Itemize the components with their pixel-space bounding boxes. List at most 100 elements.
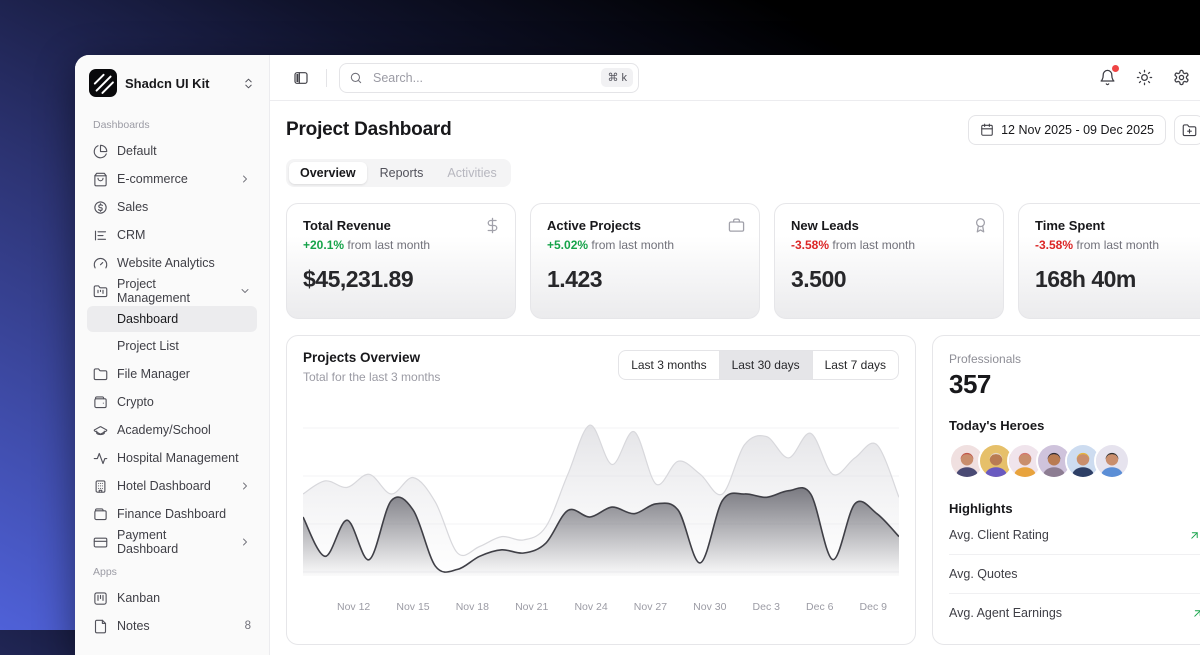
activity-icon	[93, 451, 108, 466]
sidebar-item-label: File Manager	[117, 367, 190, 381]
tab-reports[interactable]: Reports	[369, 162, 435, 184]
sidebar-nav: DashboardsDefaultE-commerceSalesCRMWebsi…	[87, 119, 257, 640]
highlights-title: Highlights	[949, 501, 1200, 516]
chart-title: Projects Overview	[303, 350, 440, 365]
topbar-icons	[1099, 69, 1190, 86]
highlight-row-avg-quotes: Avg. Quotes	[949, 555, 1200, 594]
sidebar-item-hotel-dashboard[interactable]: Hotel Dashboard	[87, 472, 257, 500]
professionals-count: 357	[949, 369, 1200, 400]
sidebar-item-notes[interactable]: Notes 8	[87, 612, 257, 640]
stat-card-title: New Leads	[791, 218, 987, 233]
sidebar-item-badge: 8	[245, 620, 251, 632]
award-icon	[972, 217, 989, 234]
range-button-last-3-months[interactable]: Last 3 months	[619, 351, 718, 379]
stat-card-value: $45,231.89	[303, 266, 499, 293]
sidebar-subitem-project-list[interactable]: Project List	[87, 333, 257, 359]
professionals-card: Professionals 357 Today's Heroes	[932, 335, 1200, 645]
stat-delta-value: +5.02%	[547, 238, 588, 252]
file-text-icon	[93, 619, 108, 634]
date-range-button[interactable]: 12 Nov 2025 - 09 Dec 2025	[968, 115, 1166, 145]
professionals-label: Professionals	[949, 352, 1200, 366]
shopping-bag-icon	[93, 172, 108, 187]
panel-left-icon	[293, 70, 309, 86]
sidebar-item-crypto[interactable]: Crypto	[87, 388, 257, 416]
sidebar-item-label: Notes	[117, 619, 150, 633]
tab-activities[interactable]: Activities	[436, 162, 507, 184]
folder-kanban-icon	[93, 284, 108, 299]
search-input[interactable]	[371, 70, 593, 86]
stat-card-new-leads: New Leads-3.58% from last month3.500	[774, 203, 1004, 319]
stat-card-delta: -3.58% from last month	[1035, 238, 1200, 252]
stat-card-active-projects: Active Projects+5.02% from last month1.4…	[530, 203, 760, 319]
bell-button[interactable]	[1099, 69, 1116, 86]
chart-subtitle: Total for the last 3 months	[303, 370, 440, 384]
x-tick-label: Nov 18	[456, 601, 489, 613]
wallet-minimal-icon	[93, 395, 108, 410]
sidebar-item-label: Website Analytics	[117, 256, 215, 270]
stat-card-title: Total Revenue	[303, 218, 499, 233]
page-title: Project Dashboard	[286, 119, 452, 141]
sidebar: Shadcn UI Kit DashboardsDefaultE-commerc…	[75, 55, 270, 655]
sidebar-item-label: Hotel Dashboard	[117, 479, 211, 493]
sidebar-item-label: Project Management	[117, 277, 230, 305]
sidebar-toggle-button[interactable]	[288, 65, 314, 91]
app-window: Shadcn UI Kit DashboardsDefaultE-commerc…	[75, 55, 1200, 655]
sidebar-item-sales[interactable]: Sales	[87, 193, 257, 221]
hero-avatar-6[interactable]	[1094, 443, 1130, 479]
chevron-right-icon	[239, 480, 251, 492]
arrow-up-right-icon	[1191, 607, 1200, 620]
topbar: ⌘ k	[270, 55, 1200, 101]
x-tick-label: Dec 9	[860, 601, 887, 613]
stat-delta-value: -3.58%	[791, 238, 829, 252]
sidebar-item-hospital-management[interactable]: Hospital Management	[87, 444, 257, 472]
tab-overview[interactable]: Overview	[289, 162, 367, 184]
sidebar-item-kanban[interactable]: Kanban	[87, 584, 257, 612]
sidebar-subitem-dashboard[interactable]: Dashboard	[87, 306, 257, 332]
sidebar-item-file-manager[interactable]: File Manager	[87, 360, 257, 388]
chart-x-axis-labels: Nov 12Nov 15Nov 18Nov 21Nov 24Nov 27Nov …	[303, 601, 899, 613]
sidebar-section-label: Apps	[93, 566, 251, 578]
highlight-row-avg-agent-earnings: Avg. Agent Earnings$	[949, 594, 1200, 632]
area-chart-svg	[303, 398, 899, 588]
sidebar-item-default[interactable]: Default	[87, 137, 257, 165]
sidebar-item-project-management[interactable]: Project Management	[87, 277, 257, 305]
workspace-switcher[interactable]: Shadcn UI Kit	[87, 67, 257, 109]
list-lines-icon	[93, 228, 108, 243]
area-chart	[303, 398, 899, 593]
page-content: Project Dashboard 12 Nov 2025 - 09 Dec 2…	[270, 101, 1200, 655]
gear-button[interactable]	[1173, 69, 1190, 86]
highlight-label: Avg. Agent Earnings	[949, 606, 1062, 620]
sidebar-item-crm[interactable]: CRM	[87, 221, 257, 249]
divider	[326, 69, 327, 87]
sidebar-item-website-analytics[interactable]: Website Analytics	[87, 249, 257, 277]
folder-icon	[93, 367, 108, 382]
sidebar-item-finance-dashboard[interactable]: Finance Dashboard	[87, 500, 257, 528]
stat-card-value: 168h 40m	[1035, 266, 1200, 293]
stat-card-delta: -3.58% from last month	[791, 238, 987, 252]
highlight-label: Avg. Client Rating	[949, 528, 1049, 542]
sidebar-item-academy-school[interactable]: Academy/School	[87, 416, 257, 444]
stat-card-time-spent: Time Spent-3.58% from last month168h 40m	[1018, 203, 1200, 319]
tab-bar: OverviewReportsActivities	[286, 159, 511, 187]
search-box[interactable]: ⌘ k	[339, 63, 639, 93]
range-button-last-30-days[interactable]: Last 30 days	[719, 351, 812, 379]
sidebar-item-e-commerce[interactable]: E-commerce	[87, 165, 257, 193]
range-button-last-7-days[interactable]: Last 7 days	[812, 351, 898, 379]
sidebar-item-label: Sales	[117, 200, 148, 214]
briefcase-icon	[728, 217, 745, 234]
stat-delta-value: -3.58%	[1035, 238, 1073, 252]
arrow-up-right-icon	[1188, 529, 1200, 542]
brand-name: Shadcn UI Kit	[125, 76, 234, 91]
pie-chart-icon	[93, 144, 108, 159]
wallet-icon	[93, 507, 108, 522]
calendar-icon	[980, 123, 994, 137]
sidebar-item-payment-dashboard[interactable]: Payment Dashboard	[87, 528, 257, 556]
export-button[interactable]	[1174, 115, 1200, 145]
x-tick-label: Nov 21	[515, 601, 548, 613]
main-area: ⌘ k Project Dashboard 12 Nov 2025 - 09 D…	[270, 55, 1200, 655]
x-tick-label: Nov 24	[574, 601, 607, 613]
x-tick-label: Nov 12	[337, 601, 370, 613]
sidebar-item-label: E-commerce	[117, 172, 188, 186]
sun-button[interactable]	[1136, 69, 1153, 86]
x-tick-label: Nov 15	[396, 601, 429, 613]
